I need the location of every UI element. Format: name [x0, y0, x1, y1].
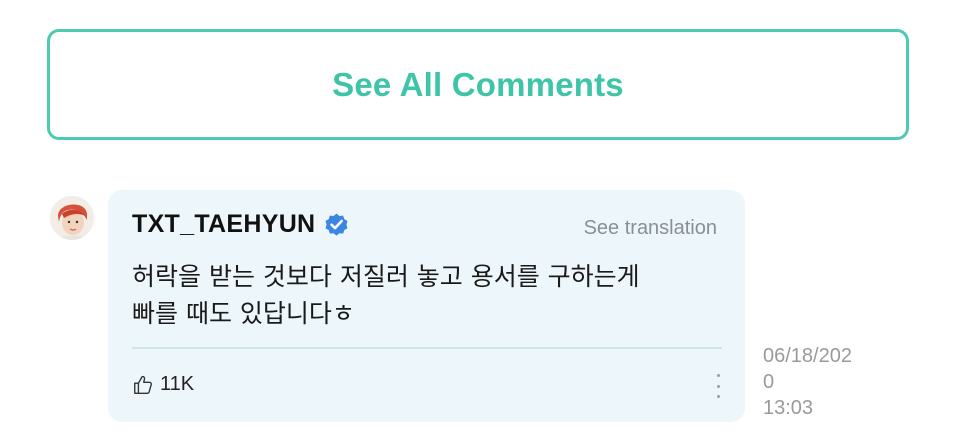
comment-text: 허락을 받는 것보다 저질러 놓고 용서를 구하는게 빠를 때도 있답니다ㅎ	[132, 258, 722, 332]
timestamp-date-cont: 0	[763, 371, 775, 393]
comment-bubble: TXT_TAEHYUN See translation 허락을 받는 것보다 저…	[108, 190, 745, 422]
more-dot	[716, 395, 720, 398]
comment-timestamp: 06/18/202 0 13:03	[763, 343, 883, 421]
comment-section: See All Comments TXT_TAEHYUN See transla…	[0, 0, 960, 448]
timestamp-date: 06/18/202	[763, 345, 852, 367]
comment-text-line: 허락을 받는 것보다 저질러 놓고 용서를 구하는게	[132, 262, 640, 291]
comment-author: TXT_TAEHYUN	[132, 210, 350, 239]
like-count: 11K	[160, 373, 195, 395]
avatar[interactable]	[50, 196, 94, 240]
avatar-image	[50, 196, 94, 240]
see-all-comments-label: See All Comments	[332, 65, 624, 103]
comment-text-line: 빠를 때도 있답니다ㅎ	[132, 299, 355, 328]
more-dot	[716, 374, 720, 377]
author-name[interactable]: TXT_TAEHYUN	[132, 210, 315, 239]
thumbs-up-icon	[132, 374, 154, 396]
see-translation-link[interactable]: See translation	[584, 217, 717, 240]
like-button[interactable]: 11K	[132, 373, 194, 396]
timestamp-time: 13:03	[763, 397, 814, 419]
divider	[132, 347, 722, 349]
more-vertical-icon[interactable]	[713, 374, 723, 398]
verified-badge-icon	[323, 211, 350, 238]
see-all-comments-button[interactable]: See All Comments	[47, 29, 909, 140]
more-dot	[716, 384, 720, 388]
